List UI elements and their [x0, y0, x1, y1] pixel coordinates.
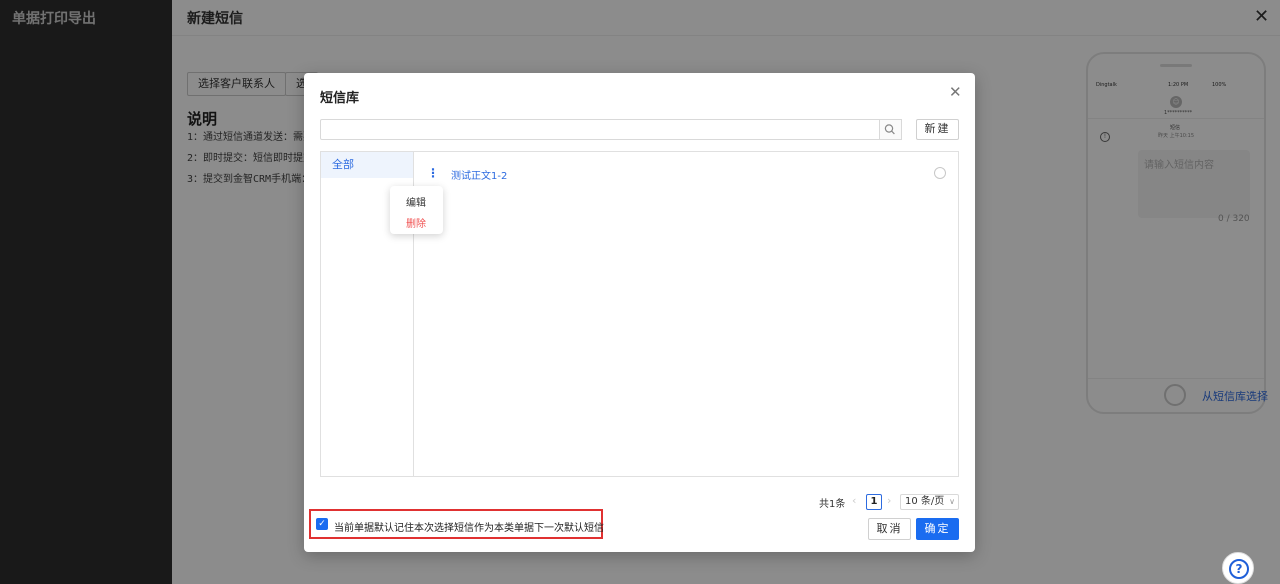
search-icon [884, 124, 895, 135]
help-icon: ? [1229, 559, 1249, 579]
context-menu: 编辑 删除 [390, 186, 443, 234]
new-sms-button[interactable]: 新建 [916, 119, 959, 140]
category-item-all[interactable]: 全部 [321, 152, 413, 178]
sms-library-modal: 短信库 ✕ 新建 全部 ⋮ 测试正文1-2 编辑 删除 共1条 ‹ 1 › 10… [304, 73, 975, 552]
sms-item-radio[interactable] [934, 167, 946, 179]
prev-page-icon[interactable]: ‹ [852, 494, 856, 507]
search-button[interactable] [880, 119, 902, 140]
menu-item-edit[interactable]: 编辑 [406, 194, 426, 209]
default-sms-label: 当前单据默认记住本次选择短信作为本类单据下一次默认短信 [334, 523, 604, 534]
close-icon[interactable]: ✕ [949, 83, 962, 101]
page-number[interactable]: 1 [866, 494, 882, 510]
page-size-value: 10 条/页 [905, 496, 945, 507]
page-size-select[interactable]: 10 条/页 ∨ [900, 494, 959, 510]
confirm-button[interactable]: 确定 [916, 518, 959, 540]
menu-item-delete[interactable]: 删除 [406, 215, 426, 230]
search-input[interactable] [320, 119, 880, 140]
check-icon: ✓ [318, 519, 326, 529]
sms-item-title[interactable]: 测试正文1-2 [451, 167, 507, 182]
next-page-icon[interactable]: › [887, 494, 891, 507]
more-vertical-icon[interactable]: ⋮ [427, 166, 439, 180]
help-button[interactable]: ? [1222, 552, 1254, 584]
total-count: 共1条 [819, 499, 846, 510]
chevron-down-icon: ∨ [949, 497, 955, 506]
default-sms-checkbox[interactable]: ✓ [316, 518, 328, 530]
cancel-button[interactable]: 取消 [868, 518, 911, 540]
modal-title: 短信库 [320, 91, 360, 106]
